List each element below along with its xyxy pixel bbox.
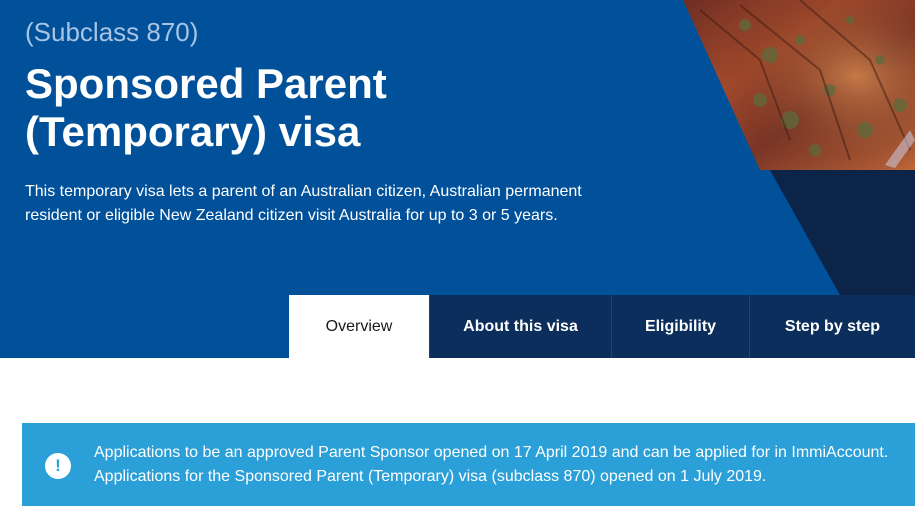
alert-message: Applications to be an approved Parent Sp…: [94, 441, 915, 489]
tab-about-this-visa[interactable]: About this visa: [429, 295, 611, 358]
visa-description: This temporary visa lets a parent of an …: [25, 183, 582, 224]
page-title: Sponsored Parent (Temporary) visa: [25, 60, 585, 156]
visa-tabs: Overview About this visa Eligibility Ste…: [289, 295, 915, 358]
tab-overview[interactable]: Overview: [289, 295, 429, 358]
alert-line-2: Applications for the Sponsored Parent (T…: [94, 468, 767, 485]
tab-eligibility[interactable]: Eligibility: [611, 295, 749, 358]
tab-step-by-step[interactable]: Step by step: [749, 295, 915, 358]
visa-subclass: (Subclass 870): [25, 17, 199, 47]
page-title-line-1: Sponsored Parent: [25, 60, 387, 107]
alert-line-1: Applications to be an approved Parent Sp…: [94, 444, 889, 461]
page-title-line-2: (Temporary) visa: [25, 108, 361, 155]
hero-banner: (Subclass 870) Sponsored Parent (Tempora…: [0, 0, 915, 358]
exclamation-icon: !: [45, 453, 71, 479]
